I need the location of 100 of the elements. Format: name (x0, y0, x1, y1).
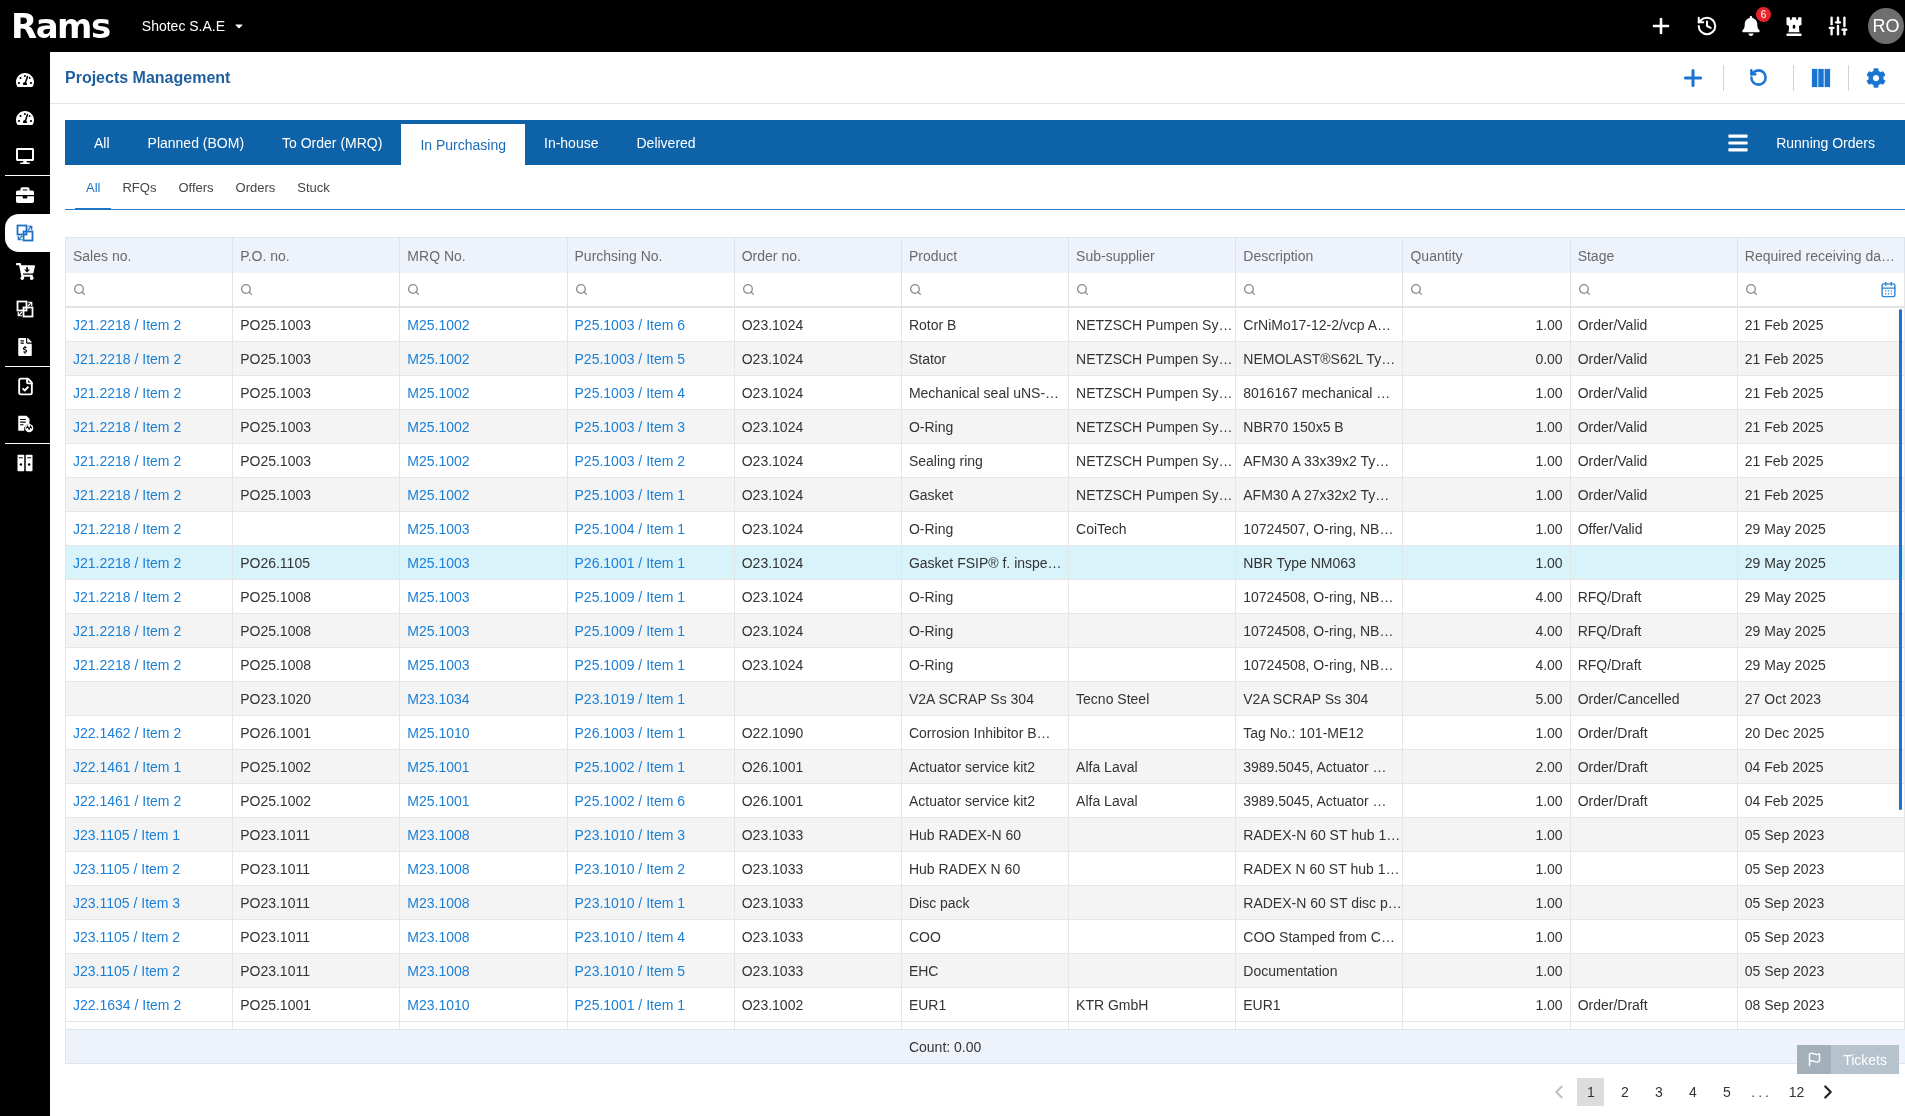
table-row[interactable]: J22.1461 / Item 2 PO25.1002 M25.1001 P25.1002 / Item 6 O26.1001 Actuator service kit2 Alfa Laval 3989.5045, Actuator … 1.00 Order/Draft 04 Feb 2025 (66, 784, 1905, 818)
column-header[interactable]: Sales no. (66, 238, 234, 273)
column-header[interactable]: Order no. (734, 238, 902, 273)
filter-field[interactable] (1737, 273, 1905, 308)
tab[interactable]: Delivered (617, 120, 715, 165)
cell-link[interactable]: P25.1002 / Item 6 (574, 792, 686, 809)
cell-link[interactable]: J21.2218 / Item 2 (73, 520, 182, 537)
cell-link[interactable]: J21.2218 / Item 2 (73, 350, 182, 367)
avatar[interactable]: RO (1868, 8, 1904, 44)
table-row[interactable]: J21.2218 / Item 2 PO25.1003 M25.1002 P25.1003 / Item 1 O23.1024 Gasket NETZSCH Pumpen Sy… AFM30 A 27x32x2 Ty… 1.00 Order/Valid 21 Feb 2025 (66, 478, 1905, 512)
cell-link[interactable]: J22.1462 / Item 2 (73, 724, 182, 741)
castle-icon[interactable] (1784, 16, 1804, 36)
column-header[interactable]: Quantity (1403, 238, 1571, 273)
column-header[interactable]: Description (1236, 238, 1404, 273)
table-row[interactable]: J21.2218 / Item 2 PO25.1008 M25.1003 P25.1009 / Item 1 O23.1024 O-Ring 10724508, O-ring, NB… 4.00 RFQ/Draft 29 May 2025 (66, 580, 1905, 614)
cell-link[interactable]: M23.1034 (407, 690, 470, 707)
cell-link[interactable]: P25.1001 / Item 1 (574, 996, 686, 1013)
filter-field[interactable] (233, 273, 401, 308)
page-button[interactable]: 4 (1679, 1078, 1707, 1106)
cell-link[interactable]: J23.1105 / Item 2 (73, 928, 181, 945)
cell-link[interactable]: J21.2218 / Item 2 (73, 554, 182, 571)
cell-link[interactable]: P23.1010 / Item 4 (574, 928, 686, 945)
tab[interactable]: In-house (525, 120, 618, 165)
cell-link[interactable]: M23.1008 (407, 860, 470, 877)
scrollbar-thumb[interactable] (1899, 309, 1902, 810)
cell-link[interactable]: M23.1008 (407, 894, 470, 911)
table-row[interactable]: J21.2218 / Item 2 PO25.1003 M25.1002 P25.1003 / Item 4 O23.1024 Mechanical seal uNS-… NETZSCH Pumpen Sy… 8016167 mechanical … 1.00 Order/Valid 21 Feb 2025 (66, 376, 1905, 410)
tab[interactable]: In Purchasing (401, 124, 525, 165)
cell-link[interactable]: M25.1010 (407, 724, 470, 741)
filter-field[interactable] (567, 273, 735, 308)
cell-link[interactable]: P26.1001 / Item 1 (574, 554, 686, 571)
cell-link[interactable]: M23.1008 (407, 962, 470, 979)
column-header[interactable]: MRQ No. (400, 238, 568, 273)
cell-link[interactable]: M23.1008 (407, 826, 470, 843)
table-row[interactable]: J23.1105 / Item 1 PO23.1011 M23.1008 P23.1010 / Item 3 O23.1033 Hub RADEX-N 60 RADEX-N 60 ST hub 1… 1.00 05 Sep 2023 (66, 818, 1905, 852)
cell-link[interactable]: M25.1001 (407, 792, 470, 809)
cell-link[interactable]: J21.2218 / Item 2 (73, 418, 182, 435)
company-dropdown[interactable]: Shotec S.A.E (139, 14, 248, 38)
cell-link[interactable]: M25.1002 (407, 316, 470, 333)
cell-link[interactable]: J21.2218 / Item 2 (73, 384, 182, 401)
cell-link[interactable]: M25.1003 (407, 656, 470, 673)
cell-link[interactable]: J22.1634 / Item 2 (73, 996, 182, 1013)
filter-field[interactable] (400, 273, 568, 308)
column-header[interactable]: Stage (1570, 238, 1738, 273)
table-row[interactable]: J21.2218 / Item 2 PO25.1003 M25.1002 P25.1003 / Item 6 O23.1024 Rotor B NETZSCH Pumpen Sy… CrNiMo17-12-2/vcp A… 1.00 Order/Valid 21 Feb 2025 (66, 308, 1905, 342)
table-row[interactable]: J22.1461 / Item 1 PO25.1002 M25.1001 P25.1002 / Item 1 O26.1001 Actuator service kit2 Alfa Laval 3989.5045, Actuator … 2.00 Order/Draft 04 Feb 2025 (66, 750, 1905, 784)
table-row[interactable]: J23.1105 / Item 2 PO23.1011 M23.1008 P23.1010 / Item 4 O23.1033 COO COO Stamped from C… 1.00 05 Sep 2023 (66, 920, 1905, 954)
cell-link[interactable]: P25.1003 / Item 2 (574, 452, 686, 469)
cell-link[interactable]: M25.1002 (407, 452, 470, 469)
table-row[interactable]: J21.2218 / Item 2 M25.1003 P25.1004 / Item 1 O23.1024 O-Ring CoiTech 10724507, O-ring, NB… 1.00 Offer/Valid 29 May 2025 (66, 512, 1905, 546)
cell-link[interactable]: M25.1001 (407, 758, 470, 775)
subtab[interactable]: All (75, 165, 112, 210)
settings-icon[interactable] (1866, 67, 1886, 88)
page-button[interactable]: 5 (1713, 1078, 1741, 1106)
cell-link[interactable]: J21.2218 / Item 2 (73, 622, 182, 639)
column-header[interactable]: P.O. no. (233, 238, 401, 273)
tab[interactable]: All (75, 120, 129, 165)
cell-link[interactable]: P25.1002 / Item 1 (574, 758, 686, 775)
table-row[interactable]: J23.1105 / Item 2 PO23.1011 M23.1008 P23.1010 / Item 2 O23.1033 Hub RADEX N 60 RADEX N 60 ST hub 1… 1.00 05 Sep 2023 (66, 852, 1905, 886)
cell-link[interactable]: P25.1003 / Item 5 (574, 350, 686, 367)
cell-link[interactable]: M25.1002 (407, 384, 470, 401)
cell-link[interactable]: M25.1002 (407, 486, 470, 503)
table-row[interactable]: J23.1105 / Item 3 PO23.1011 M23.1008 P23.1010 / Item 1 O23.1033 Disc pack RADEX-N 60 ST disc p… 1.00 05 Sep 2023 (66, 886, 1905, 920)
page-button[interactable]: 2 (1611, 1078, 1639, 1106)
cell-link[interactable]: J23.1105 / Item 1 (73, 826, 181, 843)
cell-link[interactable]: M25.1003 (407, 622, 470, 639)
cell-link[interactable]: P25.1003 / Item 3 (574, 418, 686, 435)
cell-link[interactable]: P23.1010 / Item 1 (574, 894, 686, 911)
cell-link[interactable]: P25.1003 / Item 4 (574, 384, 686, 401)
cell-link[interactable]: P25.1009 / Item 1 (574, 588, 686, 605)
table-row[interactable]: PO23.1020 M23.1034 P23.1019 / Item 1 V2A SCRAP Ss 304 Tecno Steel V2A SCRAP Ss 304 5.00 Order/Cancelled 27 Oct 2023 (66, 682, 1905, 716)
cell-link[interactable]: J22.1461 / Item 2 (73, 792, 182, 809)
table-row[interactable]: J21.2218 / Item 2 PO25.1008 M25.1003 P25.1009 / Item 1 O23.1024 O-Ring 10724508, O-ring, NB… 4.00 RFQ/Draft 29 May 2025 (66, 648, 1905, 682)
cell-link[interactable]: M25.1003 (407, 588, 470, 605)
page-button[interactable]: 12 (1783, 1078, 1810, 1106)
table-row[interactable]: J21.2218 / Item 2 PO25.1003 M25.1002 P25.1003 / Item 5 O23.1024 Stator NETZSCH Pumpen Sy… NEMOLAST®S62L Ty… 0.00 Order/Valid 21 Feb 2025 (66, 342, 1905, 376)
history-icon[interactable] (1696, 15, 1718, 37)
subtab[interactable]: RFQs (111, 165, 168, 210)
running-orders-button[interactable]: Running Orders (1727, 120, 1905, 165)
cell-link[interactable]: P23.1010 / Item 5 (574, 962, 686, 979)
filter-field[interactable] (66, 273, 234, 308)
cell-link[interactable]: M25.1002 (407, 350, 470, 367)
cell-link[interactable]: P26.1003 / Item 1 (574, 724, 686, 741)
cell-link[interactable]: P23.1010 / Item 3 (574, 826, 686, 843)
filter-field[interactable] (1069, 273, 1237, 308)
table-row[interactable]: J21.2218 / Item 2 PO25.1008 M25.1003 P25.1009 / Item 1 O23.1024 O-Ring 10724508, O-ring, NB… 4.00 RFQ/Draft 29 May 2025 (66, 614, 1905, 648)
cell-link[interactable]: P25.1004 / Item 1 (574, 520, 686, 537)
page-button[interactable]: 3 (1645, 1078, 1673, 1106)
cell-link[interactable]: M25.1003 (407, 554, 470, 571)
filter-field[interactable] (901, 273, 1070, 308)
cell-link[interactable]: J22.1461 / Item 1 (73, 758, 182, 775)
bell-icon[interactable] (1741, 16, 1761, 36)
subtab[interactable]: Orders (224, 165, 287, 210)
table-row[interactable]: J21.2218 / Item 2 PO25.1003 M25.1002 P25.1003 / Item 2 O23.1024 Sealing ring NETZSCH Pumpen Sy… AFM30 A 33x39x2 Ty… 1.00 Order/Valid 21 Feb 2025 (66, 444, 1905, 478)
calendar-icon[interactable] (1880, 281, 1897, 298)
sidebar-item[interactable] (5, 214, 50, 252)
filter-field[interactable] (734, 273, 902, 308)
table-row[interactable]: J22.1634 / Item 2 PO25.1001 M23.1010 P25.1001 / Item 1 O23.1002 EUR1 KTR GmbH EUR1 1.00 Order/Draft 08 Sep 2023 (66, 988, 1905, 1022)
cell-link[interactable]: M23.1010 (407, 996, 470, 1013)
column-header[interactable]: Product (901, 238, 1070, 273)
